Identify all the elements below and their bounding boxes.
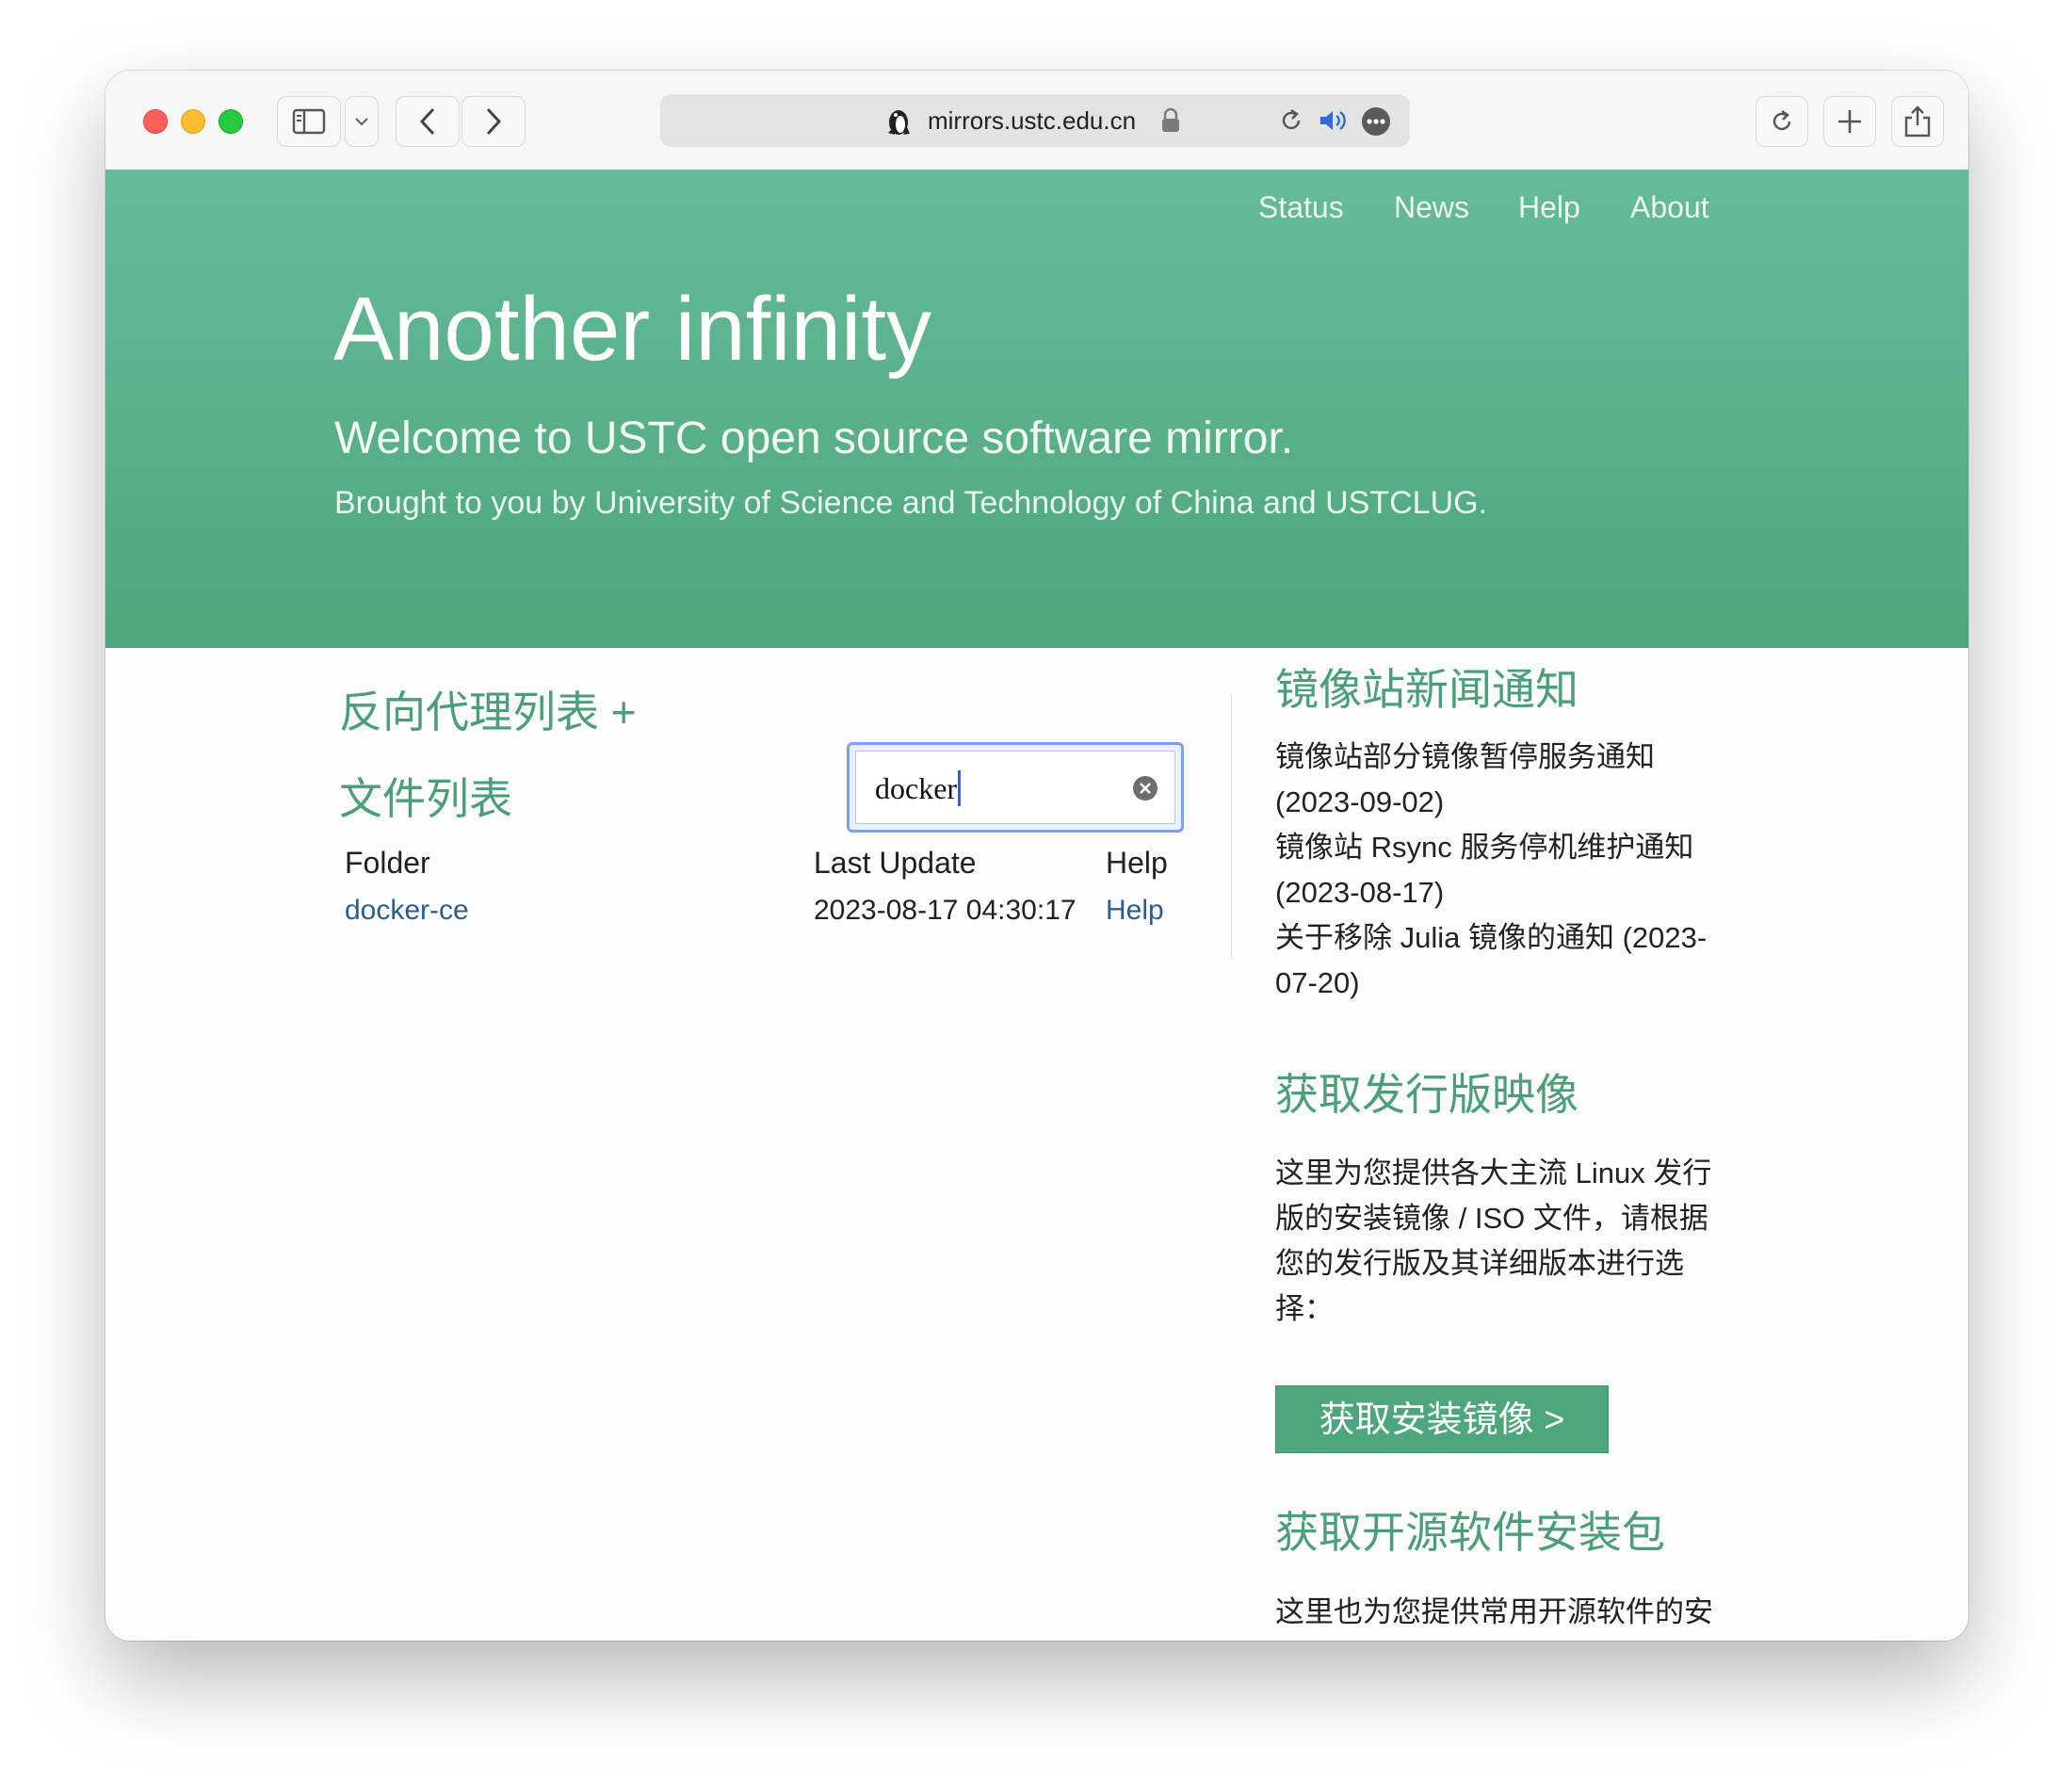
browser-window: mirrors.ustc.edu.cn Status News Help Abo… xyxy=(105,71,1968,1641)
sidebar-icon xyxy=(292,108,326,135)
main-content: 反向代理列表 + 文件列表 docker Folder Last Update … xyxy=(105,648,1968,1641)
news-item-link[interactable]: 关于移除 Julia 镜像的通知 (2023-07-20) xyxy=(1275,915,1737,1006)
hero-byline: Brought to you by University of Science … xyxy=(334,485,1488,521)
web-page: Status News Help About Another infinity … xyxy=(105,170,1968,1641)
search-input[interactable]: docker xyxy=(847,742,1184,833)
column-header-last-update: Last Update xyxy=(814,846,977,880)
zoom-window-button[interactable] xyxy=(219,109,243,134)
file-list-title: 文件列表 xyxy=(339,774,512,823)
new-tab-button[interactable] xyxy=(1823,96,1876,147)
distro-section-title: 获取发行版映像 xyxy=(1275,1070,1578,1119)
chevron-down-icon xyxy=(355,118,368,126)
column-header-folder: Folder xyxy=(345,846,430,880)
hero-subtitle: Welcome to USTC open source software mir… xyxy=(334,413,1294,463)
proxy-list-toggle[interactable]: 反向代理列表 + xyxy=(339,684,637,740)
site-favicon-icon xyxy=(888,110,910,135)
more-options-icon[interactable] xyxy=(1361,106,1391,137)
nav-news-link[interactable]: News xyxy=(1394,190,1469,225)
news-title: 镜像站新闻通知 xyxy=(1275,665,1578,714)
column-divider xyxy=(1231,695,1232,959)
minimize-window-button[interactable] xyxy=(181,109,205,134)
plus-icon xyxy=(1838,110,1861,133)
close-window-button[interactable] xyxy=(143,109,168,134)
folder-link-docker-ce[interactable]: docker-ce xyxy=(345,893,469,929)
address-bar[interactable]: mirrors.ustc.edu.cn xyxy=(660,94,1410,147)
news-item-link[interactable]: 镜像站部分镜像暂停服务通知 (2023-09-02) xyxy=(1275,735,1737,825)
help-link-docker-ce[interactable]: Help xyxy=(1106,893,1164,929)
news-item-link[interactable]: 镜像站 Rsync 服务停机维护通知 (2023-08-17) xyxy=(1275,825,1737,915)
share-button[interactable] xyxy=(1891,96,1944,147)
column-header-help: Help xyxy=(1106,846,1168,880)
text-caret xyxy=(958,770,962,806)
chevron-right-icon xyxy=(486,107,502,136)
nav-help-link[interactable]: Help xyxy=(1518,190,1580,225)
forward-button[interactable] xyxy=(461,96,526,147)
software-section-title: 获取开源软件安装包 xyxy=(1275,1508,1665,1557)
search-input-value: docker xyxy=(875,770,962,806)
chevron-left-icon xyxy=(419,107,435,136)
hero-title: Another infinity xyxy=(333,279,932,380)
reload-icon xyxy=(1773,110,1791,131)
nav-status-link[interactable]: Status xyxy=(1258,190,1344,225)
software-description: 这里也为您提供常用开源软件的安 xyxy=(1275,1595,1713,1628)
clear-search-icon[interactable] xyxy=(1131,774,1159,802)
share-icon xyxy=(1904,105,1931,138)
tab-group-menu-button[interactable] xyxy=(345,96,379,147)
nav-about-link[interactable]: About xyxy=(1630,190,1709,225)
sidebar-toggle-button[interactable] xyxy=(277,96,341,147)
address-text: mirrors.ustc.edu.cn xyxy=(928,106,1137,135)
hero-header: Status News Help About Another infinity … xyxy=(105,170,1968,648)
back-button[interactable] xyxy=(396,96,460,147)
last-update-value: 2023-08-17 04:30:17 xyxy=(814,895,1076,926)
get-install-image-button[interactable]: 获取安装镜像 > xyxy=(1275,1385,1609,1453)
reload-page-icon[interactable] xyxy=(1278,107,1304,134)
browser-toolbar: mirrors.ustc.edu.cn xyxy=(105,71,1968,170)
search-field-box[interactable]: docker xyxy=(855,751,1175,824)
lock-icon xyxy=(1162,107,1179,132)
audio-playing-icon[interactable] xyxy=(1318,106,1348,135)
distro-description: 这里为您提供各大主流 Linux 发行版的安装镜像 / ISO 文件，请根据您的… xyxy=(1275,1157,1712,1325)
reload-button[interactable] xyxy=(1756,96,1808,147)
